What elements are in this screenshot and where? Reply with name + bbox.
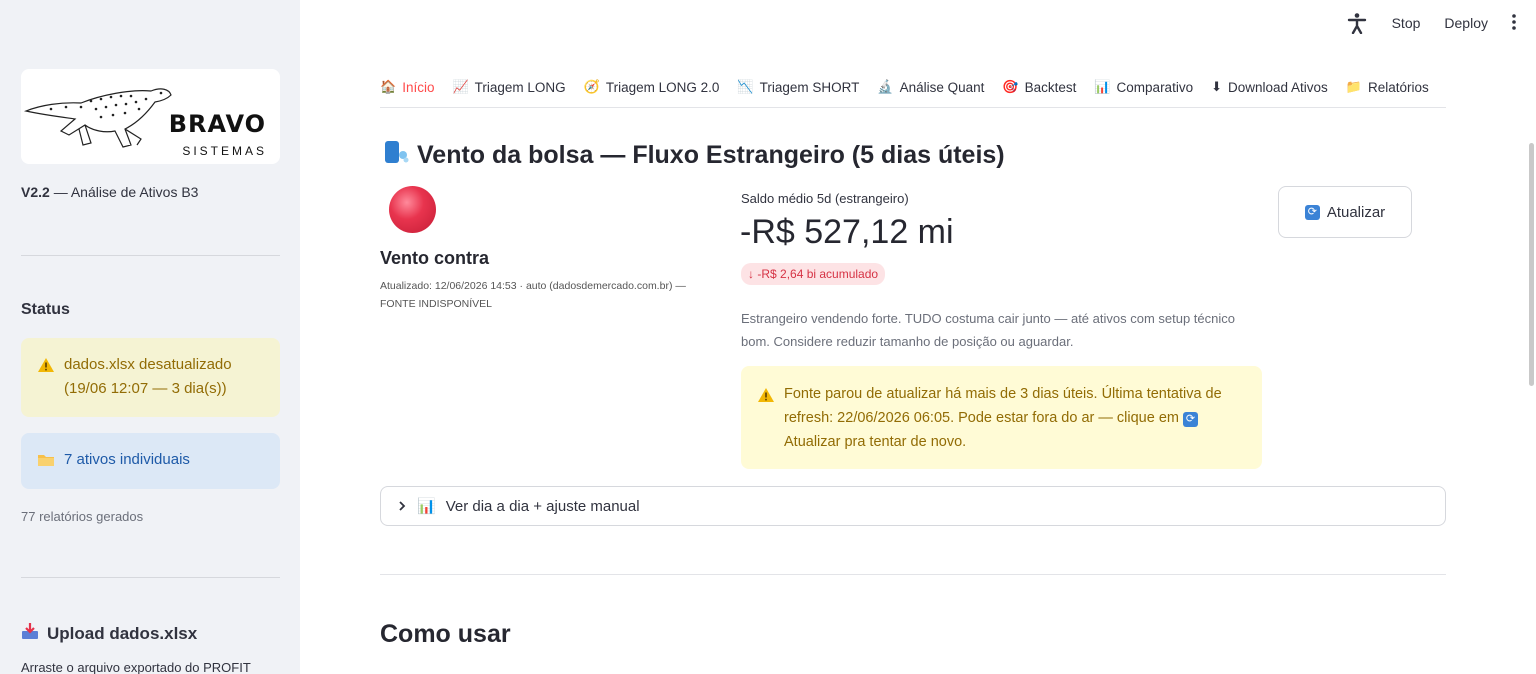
daily-detail-expander[interactable]: 📊 Ver dia a dia + ajuste manual [380,486,1446,526]
logo: BRAVO SISTEMAS [21,69,280,164]
tab-comparativo[interactable]: 📊 Comparativo [1094,76,1193,98]
warning-icon [37,357,55,381]
folder-icon: 📁 [1345,79,1362,94]
tab-relatorios[interactable]: 📁 Relatórios [1346,76,1429,98]
sidebar-divider [21,255,280,256]
compass-icon: 🧭 [583,79,600,94]
source-stale-warning: Fonte parou de atualizar há mais de 3 di… [741,366,1262,469]
data-outdated-alert: dados.xlsx desatualizado (19/06 12:07 — … [21,338,280,417]
sidebar-divider-2 [21,577,280,578]
tab-triagem-long-2[interactable]: 🧭 Triagem LONG 2.0 [584,76,720,98]
target-icon: 🎯 [1002,79,1019,94]
arrow-down-icon: ↓ [748,267,754,281]
tab-label: Comparativo [1116,79,1194,95]
tab-bar: 🏠 Início 📈 Triagem LONG 🧭 Triagem LONG 2… [380,76,1446,108]
main-menu-icon[interactable] [1512,13,1516,33]
tab-label: Backtest [1024,79,1077,95]
wind-status-label: Vento contra [380,248,490,268]
app-toolbar: Stop Deploy [1346,12,1516,35]
tab-analise-quant[interactable]: 🔬 Análise Quant [877,76,984,98]
folder-icon [37,453,55,471]
chevron-right-icon [397,498,407,515]
tab-label: Triagem SHORT [759,79,860,95]
upload-description: Arraste o arquivo exportado do PROFIT [21,660,251,674]
tab-label: Triagem LONG [474,79,566,95]
tab-label: Início [402,79,435,95]
logo-brand: BRAVO [168,110,266,138]
upload-title-text: Upload dados.xlsx [47,623,198,643]
wind-face-icon [383,139,409,172]
warning-text-part2: Atualizar pra tentar de novo. [784,434,967,450]
how-to-use-heading: Como usar [380,620,511,648]
running-person-icon[interactable] [1346,12,1368,35]
assets-info-text: 7 ativos individuais [64,451,190,468]
bar-chart-icon: 📊 [417,498,436,515]
tab-label: Relatórios [1367,79,1429,95]
metric-delta-badge: ↓ -R$ 2,64 bi acumulado [741,263,886,285]
page-title: Vento da bolsa — Fluxo Estrangeiro (5 di… [383,139,1005,172]
refresh-icon: ⟳ [1304,204,1320,220]
download-icon: ⬇ [1211,79,1222,94]
page-scrollbar[interactable] [1529,143,1534,386]
expander-label: Ver dia a dia + ajuste manual [445,497,640,515]
reports-count: 77 relatórios gerados [21,509,144,524]
tab-triagem-short[interactable]: 📉 Triagem SHORT [737,76,859,98]
status-heading: Status [21,301,70,318]
chart-up-icon: 📈 [452,79,469,94]
deploy-button[interactable]: Deploy [1444,15,1488,31]
warning-icon [757,387,775,411]
update-button[interactable]: ⟳ Atualizar [1278,186,1412,238]
tab-download-ativos[interactable]: ⬇ Download Ativos [1211,76,1328,98]
tab-triagem-long[interactable]: 📈 Triagem LONG [452,76,565,98]
bar-chart-icon: 📊 [1094,79,1111,94]
inbox-tray-icon [21,622,39,645]
update-button-label: Atualizar [1326,203,1386,221]
data-outdated-text: dados.xlsx desatualizado (19/06 12:07 — … [64,356,232,397]
assets-info-alert: 7 ativos individuais [21,433,280,489]
tab-inicio[interactable]: 🏠 Início [380,76,434,98]
version-number: V2.2 [21,184,50,200]
metric-value: -R$ 527,12 mi [740,213,954,251]
metric-label: Saldo médio 5d (estrangeiro) [741,191,909,206]
tab-label: Triagem LONG 2.0 [605,79,720,95]
refresh-icon: ⟳ [1183,412,1198,427]
tab-label: Download Ativos [1227,79,1328,95]
stop-button[interactable]: Stop [1392,15,1421,31]
upload-heading: Upload dados.xlsx [21,622,197,645]
app-version: V2.2 — Análise de Ativos B3 [21,184,198,200]
logo-subtitle: SISTEMAS [182,144,267,158]
home-icon: 🏠 [380,79,397,94]
main-divider [380,574,1446,575]
version-text: — Análise de Ativos B3 [53,184,199,200]
page-title-text: Vento da bolsa — Fluxo Estrangeiro (5 di… [417,141,1005,169]
tab-backtest[interactable]: 🎯 Backtest [1002,76,1076,98]
flow-description: Estrangeiro vendendo forte. TUDO costuma… [741,311,1235,349]
last-updated-caption: Atualizado: 12/06/2026 14:53 · auto (dad… [380,280,686,310]
chart-down-icon: 📉 [737,79,754,94]
metric-delta-text: -R$ 2,64 bi acumulado [757,267,879,281]
warning-text-part1: Fonte parou de atualizar há mais de 3 di… [784,386,1222,426]
microscope-icon: 🔬 [877,79,894,94]
red-circle-indicator-icon [389,186,436,233]
sidebar: BRAVO SISTEMAS V2.2 — Análise de Ativos … [0,0,300,674]
tab-label: Análise Quant [899,79,985,95]
